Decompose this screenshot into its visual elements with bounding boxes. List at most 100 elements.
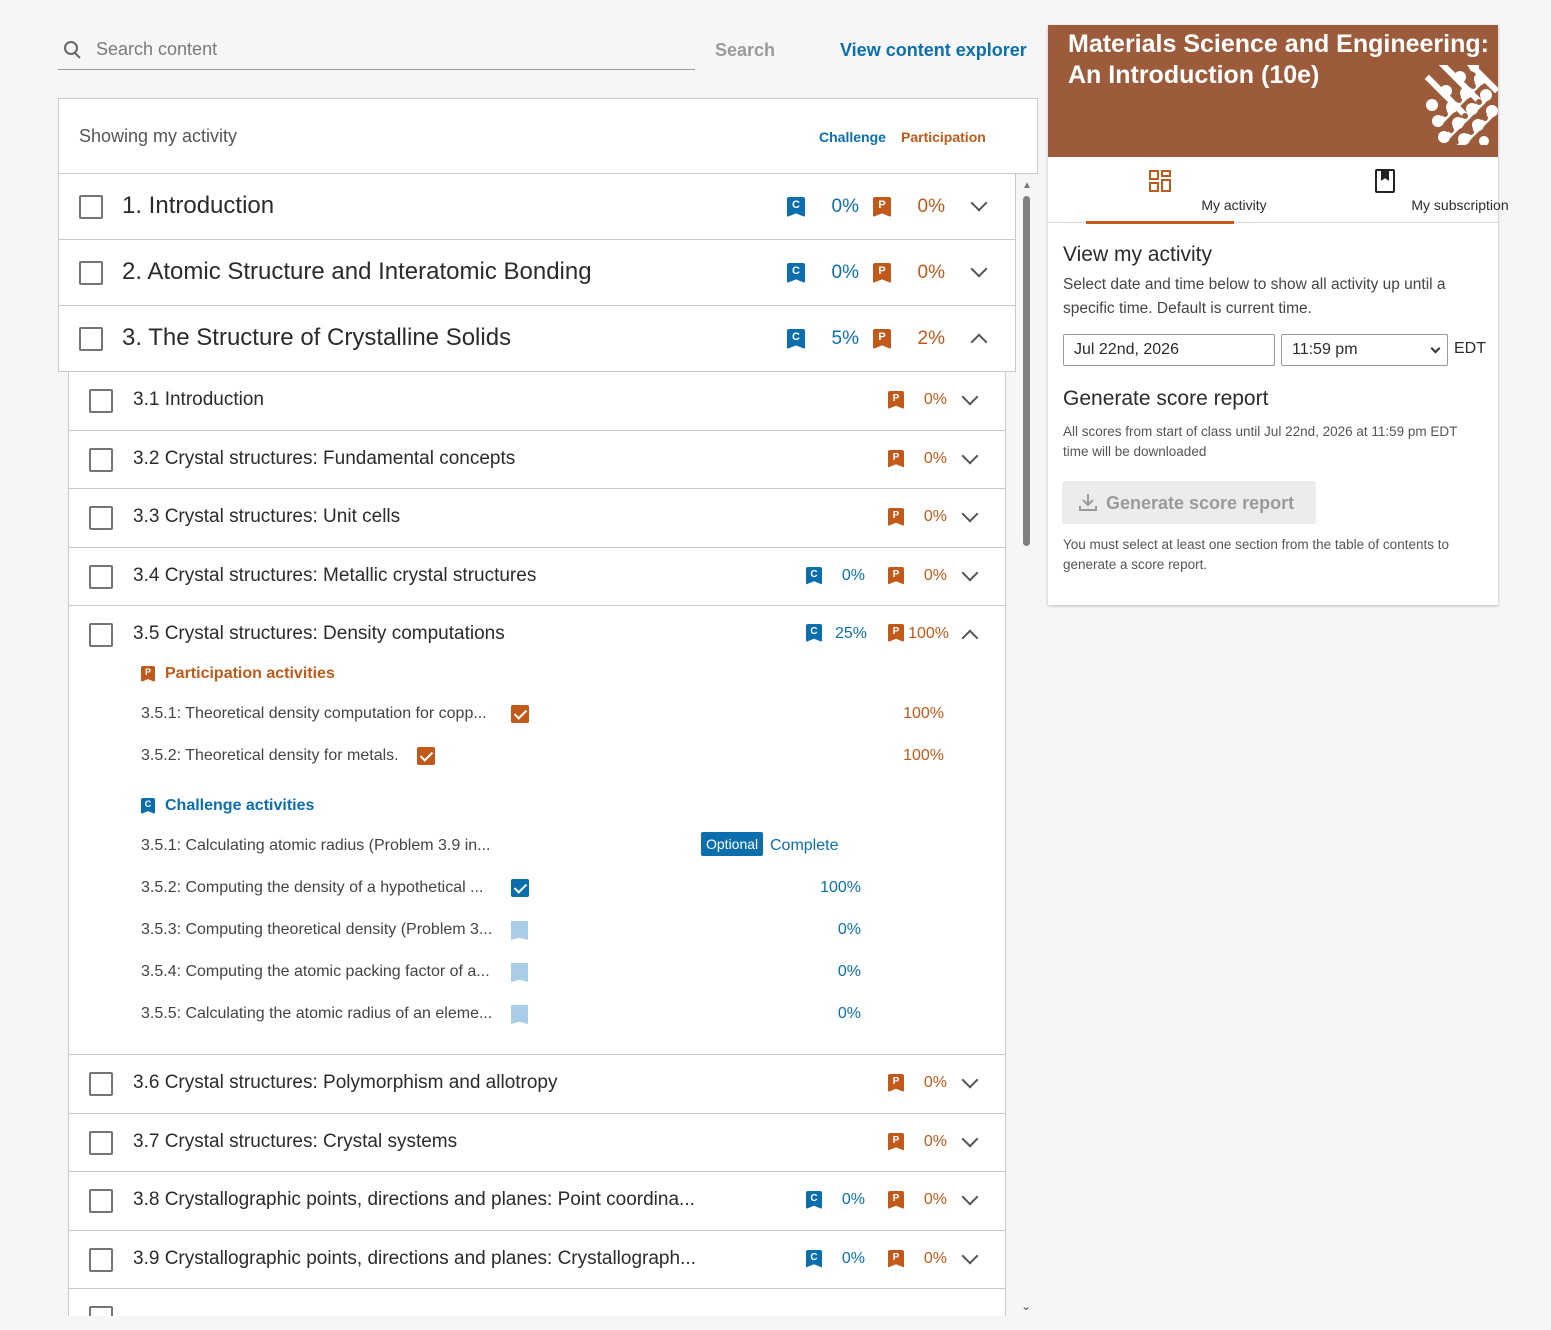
book-banner: Materials Science and Engineering: An In… xyxy=(1048,25,1498,157)
section-row[interactable]: 3.5 Crystal structures: Density computat… xyxy=(69,606,1005,664)
challenge-badge-icon: C xyxy=(141,798,155,814)
section-row[interactable] xyxy=(69,1289,1005,1316)
activity-score: 0% xyxy=(837,921,861,938)
participation-activity-title[interactable]: 3.5.2: Theoretical density for metals. xyxy=(141,747,399,765)
challenge-activity-title[interactable]: 3.5.2: Computing the density of a hypoth… xyxy=(141,879,483,897)
challenge-percent: 0% xyxy=(841,1249,865,1267)
chevron-up-icon[interactable] xyxy=(970,333,988,351)
section-row[interactable]: 3.6 Crystal structures: Polymorphism and… xyxy=(69,1055,1005,1114)
chevron-down-icon[interactable] xyxy=(961,388,979,406)
chapter-title: 1. Introduction xyxy=(122,192,275,219)
scroll-up-icon[interactable]: ▲ xyxy=(1022,180,1032,191)
challenge-badge-icon: C xyxy=(787,329,805,349)
participation-percent: 0% xyxy=(923,1074,947,1091)
section-title: 3.8 Crystallographic points, directions … xyxy=(133,1189,695,1210)
participation-badge-icon: P xyxy=(141,666,155,682)
chevron-down-icon[interactable] xyxy=(961,447,979,464)
section-checkbox[interactable] xyxy=(89,389,113,413)
chevron-down-icon[interactable] xyxy=(961,1188,979,1206)
participation-badge-icon: P xyxy=(888,1249,904,1268)
chapter-row[interactable]: 1. Introduction C 0% P 0% xyxy=(58,174,1016,240)
chevron-down-icon[interactable] xyxy=(970,194,988,212)
chapter-checkbox[interactable] xyxy=(79,327,103,351)
section-checkbox[interactable] xyxy=(89,1306,113,1316)
showing-label: Showing my activity xyxy=(79,126,238,146)
challenge-activity-title[interactable]: 3.5.3: Computing theoretical density (Pr… xyxy=(141,921,492,939)
participation-badge-icon: P xyxy=(888,1191,904,1209)
tab-label: My subscription xyxy=(1411,197,1509,213)
view-content-explorer-link[interactable]: View content explorer xyxy=(840,40,1027,61)
section-row[interactable]: 3.7 Crystal structures: Crystal systems … xyxy=(69,1114,1005,1172)
section-row[interactable]: 3.8 Crystallographic points, directions … xyxy=(69,1172,1005,1231)
chapter-row[interactable]: 2. Atomic Structure and Interatomic Bond… xyxy=(58,240,1016,306)
challenge-badge-icon: C xyxy=(806,624,822,642)
chevron-down-icon[interactable] xyxy=(961,1247,979,1264)
challenge-badge-icon: C xyxy=(787,197,805,217)
toc-scrollbar[interactable]: ▲ ⌄ xyxy=(1018,178,1034,1313)
chevron-down-icon[interactable] xyxy=(961,564,979,581)
section-checkbox[interactable] xyxy=(89,623,113,647)
section-checkbox[interactable] xyxy=(89,1072,113,1096)
chapter-checkbox[interactable] xyxy=(79,195,103,219)
time-select[interactable]: 11:59 pm xyxy=(1281,334,1448,366)
section-title: 3.7 Crystal structures: Crystal systems xyxy=(133,1130,458,1152)
view-activity-section: View my activity Select date and time be… xyxy=(1063,243,1483,321)
chapter-title: 2. Atomic Structure and Interatomic Bond… xyxy=(122,258,592,285)
section-checkbox[interactable] xyxy=(89,564,113,589)
chapter-row[interactable]: 3. The Structure of Crystalline Solids C… xyxy=(58,306,1016,372)
chapter-checkbox[interactable] xyxy=(79,261,103,285)
chevron-down-icon[interactable] xyxy=(961,1130,979,1147)
search-input[interactable] xyxy=(96,39,686,60)
participation-activity-title[interactable]: 3.5.1: Theoretical density computation f… xyxy=(141,705,487,723)
challenge-percent: 0% xyxy=(841,1191,865,1208)
participation-percent: 0% xyxy=(923,449,947,467)
challenge-activity-title[interactable]: 3.5.4: Computing the atomic packing fact… xyxy=(141,963,490,981)
section-checkbox[interactable] xyxy=(89,1247,113,1272)
participation-badge-icon: P xyxy=(888,1132,904,1151)
section-title: 3.3 Crystal structures: Unit cells xyxy=(133,506,401,527)
section-checkbox[interactable] xyxy=(89,1189,113,1213)
scroll-thumb[interactable] xyxy=(1023,196,1030,546)
toc-header: Showing my activity Challenge Participat… xyxy=(58,98,1038,174)
timezone-label: EDT xyxy=(1454,340,1486,357)
chevron-down-icon[interactable] xyxy=(961,1071,979,1089)
challenge-percent: 0% xyxy=(841,566,865,584)
scroll-down-icon[interactable]: ⌄ xyxy=(1021,1299,1031,1313)
section-list: 3.1 Introduction P 0% 3.2 Crystal struct… xyxy=(68,372,1006,1316)
section-row[interactable]: 3.4 Crystal structures: Metallic crystal… xyxy=(69,548,1005,606)
participation-percent: 0% xyxy=(923,391,947,408)
time-value: 11:59 pm xyxy=(1292,341,1358,358)
tab-my-subscription[interactable]: My subscription xyxy=(1310,157,1509,223)
chevron-down-icon[interactable] xyxy=(961,505,979,523)
crystal-lattice-icon xyxy=(1424,65,1498,145)
chevron-down-icon[interactable] xyxy=(970,260,988,278)
activity-score: 0% xyxy=(837,963,861,980)
search-button[interactable]: Search xyxy=(715,40,775,61)
incomplete-icon xyxy=(511,963,528,982)
tab-my-activity[interactable]: My activity xyxy=(1086,157,1267,224)
chevron-up-icon[interactable] xyxy=(961,629,979,647)
section-row[interactable]: 3.3 Crystal structures: Unit cells P 0% xyxy=(69,489,1005,548)
section-title: 3.6 Crystal structures: Polymorphism and… xyxy=(133,1072,558,1093)
section-checkbox[interactable] xyxy=(89,447,113,472)
date-input[interactable]: Jul 22nd, 2026 xyxy=(1063,334,1275,366)
challenge-percent: 25% xyxy=(834,625,867,642)
chevron-down-icon xyxy=(1430,343,1441,354)
section-row[interactable]: 3.1 Introduction P 0% xyxy=(69,372,1005,431)
section-checkbox[interactable] xyxy=(89,506,113,530)
view-activity-text: Select date and time below to show all a… xyxy=(1063,276,1446,317)
section-row[interactable]: 3.2 Crystal structures: Fundamental conc… xyxy=(69,431,1005,489)
incomplete-icon xyxy=(511,921,528,940)
section-row[interactable]: 3.9 Crystallographic points, directions … xyxy=(69,1231,1005,1289)
participation-badge-icon: P xyxy=(873,329,891,349)
section-title: 3.5 Crystal structures: Density computat… xyxy=(133,623,505,644)
generate-report-heading: Generate score report xyxy=(1063,387,1269,410)
section-checkbox[interactable] xyxy=(89,1130,113,1155)
generate-score-report-button[interactable]: Generate score report xyxy=(1062,481,1316,524)
section-row-expanded: 3.5 Crystal structures: Density computat… xyxy=(69,606,1005,1055)
challenge-badge-icon: C xyxy=(806,566,822,585)
challenge-activity-title[interactable]: 3.5.5: Calculating the atomic radius of … xyxy=(141,1005,492,1023)
challenge-activity-title[interactable]: 3.5.1: Calculating atomic radius (Proble… xyxy=(141,837,491,855)
bookmark-icon xyxy=(1375,169,1395,193)
legend-participation: Participation xyxy=(901,129,986,145)
